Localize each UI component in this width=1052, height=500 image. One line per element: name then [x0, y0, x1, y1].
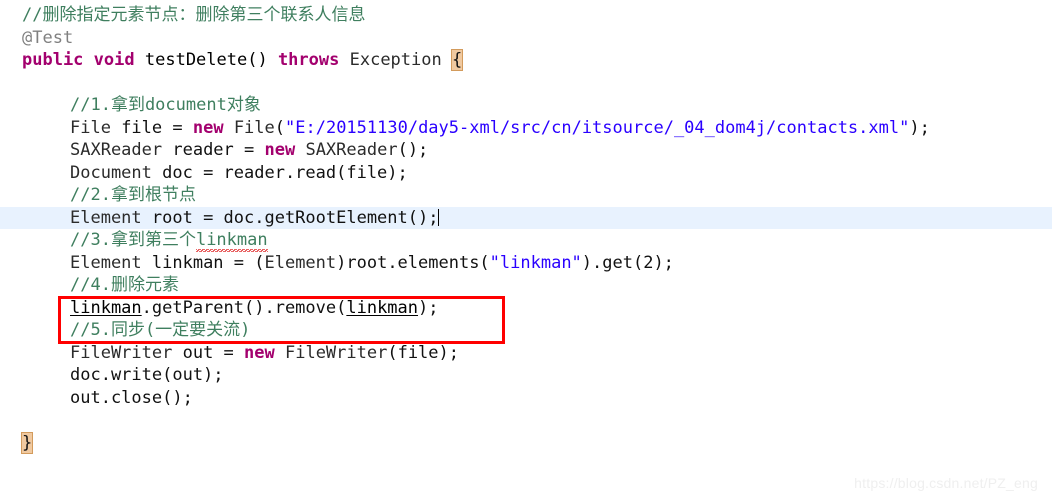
code-line[interactable]: File file = new File("E:/20151130/day5-x… [0, 117, 1052, 140]
code-token-string: "E:/20151130/day5-xml/src/cn/itsource/_0… [285, 117, 910, 138]
code-editor[interactable]: //删除指定元素节点：删除第三个联系人信息 @Test public void te… [0, 0, 1052, 500]
code-token-plain: linkman = ( [141, 252, 265, 273]
code-token-plain: (file); [387, 342, 459, 363]
code-token-ident: testDelete() [144, 50, 278, 70]
code-token-plain: root = doc.getRootElement(); [141, 207, 439, 228]
code-token-plain: doc.write(out); [70, 365, 224, 385]
code-token-string: "linkman" [489, 252, 582, 273]
code-token-keyword: new [244, 342, 275, 363]
code-token-comment: //3.拿到第三个 [70, 230, 196, 250]
code-token-keyword: new [192, 117, 224, 138]
code-token-plain: reader = [162, 140, 265, 160]
code-token-keyword: void [93, 50, 135, 70]
code-line[interactable]: doc.write(out); [0, 364, 1052, 387]
code-token-plain: doc = reader.read(file); [151, 162, 408, 183]
code-token-annot: @Test [22, 27, 74, 48]
code-line[interactable]: linkman.getParent().remove(linkman); [0, 297, 1052, 320]
code-line[interactable]: @Test [0, 27, 1052, 50]
code-line[interactable]: //2.拿到根节点 [0, 184, 1052, 207]
code-token-keyword: throws [277, 50, 340, 70]
code-token-type: SAXReader [305, 140, 398, 160]
code-token-type: FileWriter [284, 342, 388, 363]
code-line[interactable]: FileWriter out = new FileWriter(file); [0, 342, 1052, 365]
code-line[interactable]: } [0, 431, 1052, 455]
code-token-comment: //5.同步(一定要关流) [70, 320, 251, 340]
code-line[interactable]: Element linkman = (Element)root.elements… [0, 252, 1052, 275]
code-line[interactable]: out.close(); [0, 387, 1052, 410]
code-token-plain: (); [397, 140, 429, 160]
code-token-plain: out = [172, 342, 245, 363]
code-token-keyword: new [264, 140, 296, 160]
code-token-type: Element [70, 252, 142, 273]
code-line[interactable]: public void testDelete() throws Exceptio… [0, 49, 1052, 72]
code-line[interactable]: SAXReader reader = new SAXReader(); [0, 139, 1052, 162]
code-token-comment: //删除指定元素节点：删除第三个联系人信息 [22, 5, 366, 25]
code-token-type: File [233, 117, 275, 138]
code-line-current[interactable]: Element root = doc.getRootElement(); [0, 206, 1052, 229]
code-token-type: SAXReader [70, 140, 163, 160]
text-caret [438, 208, 440, 226]
code-token-localvar: linkman [346, 297, 419, 318]
code-line[interactable]: //1.拿到document对象 [0, 94, 1052, 117]
code-line[interactable]: //4.删除元素 [0, 274, 1052, 297]
code-token-comment: //2.拿到根节点 [70, 185, 196, 205]
code-token-comment: //1.拿到document对象 [70, 95, 261, 115]
code-token-plain: ).get(2); [581, 252, 674, 273]
code-token-type: Document [70, 162, 152, 183]
code-token-type: Element [264, 252, 337, 273]
code-token-type: Element [70, 207, 142, 228]
code-token-brace: { [450, 49, 464, 71]
code-token-type: Exception [349, 50, 442, 70]
code-token-comment: //4.删除元素 [70, 275, 179, 295]
code-line[interactable] [0, 72, 1052, 95]
code-token-type: FileWriter [70, 342, 173, 363]
code-line[interactable]: //删除指定元素节点：删除第三个联系人信息 [0, 4, 1052, 27]
code-line[interactable]: //5.同步(一定要关流) [0, 319, 1052, 342]
code-token-plain: out.close(); [70, 387, 193, 408]
code-token-keyword: public [22, 50, 84, 70]
code-token-type: File [70, 117, 111, 138]
code-line[interactable]: //3.拿到第三个linkman [0, 229, 1052, 252]
code-token-plain: ); [418, 297, 439, 318]
watermark-url: https://blog.csdn.net/PZ_eng [854, 474, 1038, 491]
code-token-brace: } [20, 431, 34, 454]
code-token-localvar: linkman [70, 297, 142, 318]
code-token-plain: ( [274, 117, 286, 138]
code-line[interactable] [0, 409, 1052, 432]
code-token-plain: )root.elements( [336, 252, 490, 273]
code-token-plain: ); [909, 117, 930, 138]
code-token-plain: file = [110, 117, 193, 138]
code-text-area[interactable]: //删除指定元素节点：删除第三个联系人信息 @Test public void te… [0, 4, 1052, 454]
code-token-comment-spell: linkman [195, 230, 268, 252]
code-token-plain: .getParent().remove( [141, 297, 347, 318]
code-line[interactable]: Document doc = reader.read(file); [0, 162, 1052, 185]
